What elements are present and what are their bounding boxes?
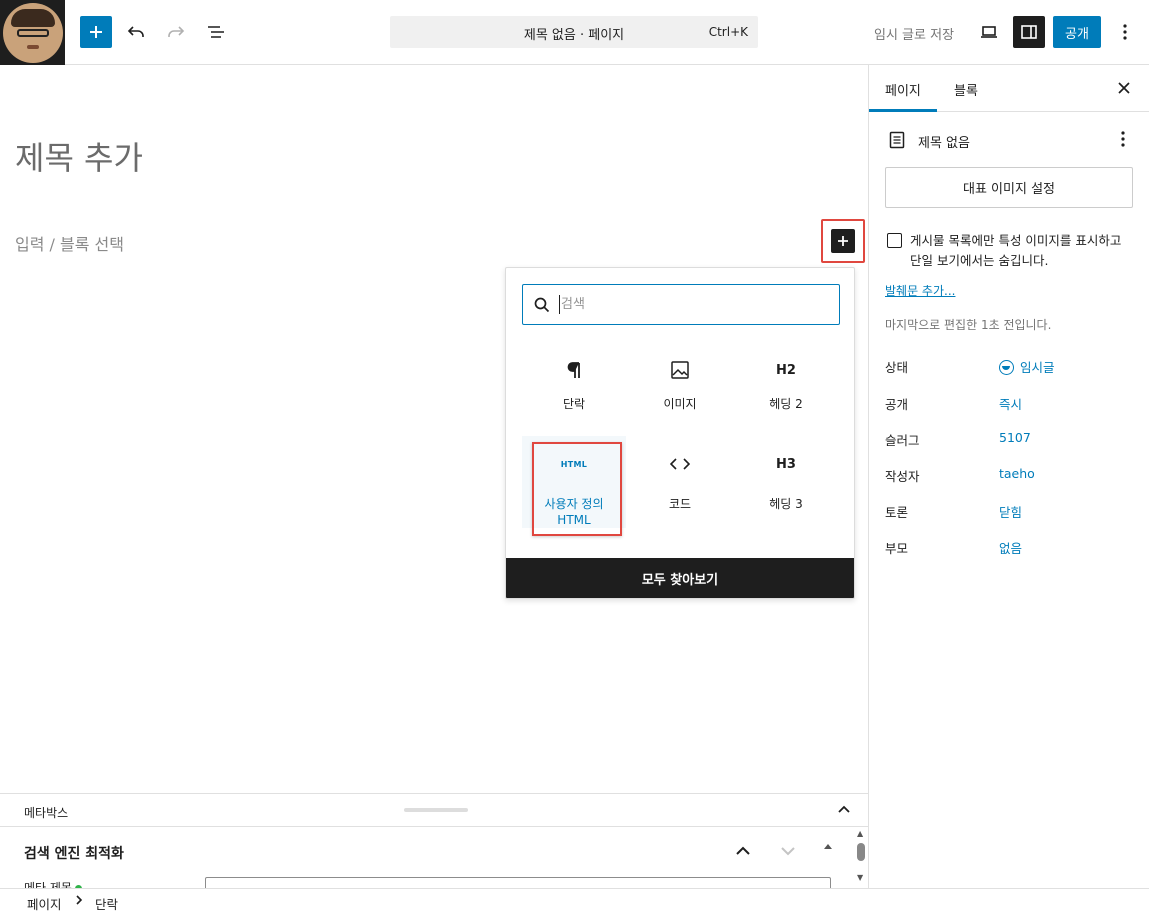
author-label: 작성자 <box>885 469 920 484</box>
block-breadcrumb-bar: 페이지 단락 <box>0 888 1149 913</box>
document-overview-button[interactable] <box>200 16 232 48</box>
chevron-up-icon[interactable] <box>836 802 852 818</box>
slug-value-button[interactable]: 5107 <box>999 430 1031 445</box>
last-edited-text: 마지막으로 편집한 1초 전입니다. <box>885 318 1052 332</box>
paragraph-block-placeholder[interactable]: 입력 / 블록 선택 <box>15 231 124 255</box>
editor-header: 제목 없음 · 페이지 Ctrl+K 임시 글로 저장 공개 <box>0 0 1149 65</box>
tab-block[interactable]: 블록 <box>954 80 978 99</box>
seo-metabox-header: 검색 엔진 최적화 <box>0 827 852 875</box>
block-option-heading-2[interactable]: H2 헤딩 2 <box>734 344 838 436</box>
publish-label: 공개 <box>885 397 909 412</box>
active-tab-indicator <box>869 109 937 112</box>
parent-value-button[interactable]: 없음 <box>999 538 1022 557</box>
plus-icon <box>838 236 848 246</box>
redo-button[interactable] <box>160 16 192 48</box>
block-label: 헤딩 3 <box>769 497 803 511</box>
status-value-button[interactable]: 임시글 <box>999 357 1055 376</box>
page-summary-title: 제목 없음 <box>918 136 970 151</box>
search-icon <box>534 297 550 313</box>
block-label: 단락 <box>562 397 586 411</box>
block-option-code[interactable]: 코드 <box>628 436 732 528</box>
collapse-triangle-icon[interactable] <box>823 841 833 851</box>
status-label: 상태 <box>885 360 909 375</box>
breadcrumb-item-page[interactable]: 페이지 <box>27 894 62 913</box>
html-block-highlight <box>532 442 622 536</box>
plus-icon <box>90 26 102 38</box>
browse-all-button[interactable]: 모두 찾아보기 <box>506 558 854 598</box>
discussion-label: 토론 <box>885 505 909 520</box>
inline-block-inserter-button[interactable] <box>831 229 855 253</box>
set-featured-image-button[interactable]: 대표 이미지 설정 <box>885 167 1133 208</box>
list-view-icon <box>208 26 224 38</box>
command-palette-bar[interactable]: 제목 없음 · 페이지 Ctrl+K <box>390 16 758 48</box>
text-caret <box>559 295 560 314</box>
checkbox-label: 게시물 목록에만 특성 이미지를 표시하고 단일 보기에서는 숨깁니다. <box>910 233 1122 268</box>
scroll-thumb[interactable] <box>857 843 865 861</box>
author-value-button[interactable]: taeho <box>999 466 1035 481</box>
undo-button[interactable] <box>120 16 152 48</box>
block-label: 이미지 <box>663 397 697 411</box>
more-vertical-icon <box>1123 24 1127 40</box>
discussion-value-button[interactable]: 닫힘 <box>999 502 1022 521</box>
sidebar-tabs: 페이지 블록 <box>869 65 1149 112</box>
search-input[interactable] <box>561 285 831 323</box>
code-icon <box>628 452 732 476</box>
resize-handle[interactable] <box>404 808 468 812</box>
scroll-down-icon[interactable]: ▼ <box>857 873 863 882</box>
block-label: 코드 <box>668 497 692 511</box>
slug-label: 슬러그 <box>885 433 920 448</box>
settings-toggle-button[interactable] <box>1013 16 1045 48</box>
post-title-input[interactable]: 제목 추가 <box>15 133 143 179</box>
scroll-up-icon[interactable]: ▲ <box>857 829 863 838</box>
more-vertical-icon[interactable] <box>1113 128 1133 150</box>
undo-icon <box>127 26 144 37</box>
block-inserter-toggle-button[interactable] <box>80 16 112 48</box>
site-avatar-logo[interactable] <box>0 0 65 65</box>
publish-date-button[interactable]: 즉시 <box>999 394 1022 413</box>
block-search-field[interactable] <box>522 284 840 325</box>
publish-button[interactable]: 공개 <box>1053 16 1101 48</box>
save-draft-button[interactable]: 임시 글로 저장 <box>874 24 954 43</box>
featured-image-list-only-checkbox[interactable] <box>887 233 902 248</box>
preview-button[interactable] <box>973 16 1005 48</box>
tab-page[interactable]: 페이지 <box>885 80 921 99</box>
draft-status-icon <box>999 360 1014 375</box>
settings-sidebar: 페이지 블록 제목 없음 대표 이미지 설정 게시물 목록에만 특성 이미지를 … <box>868 65 1149 888</box>
block-option-heading-3[interactable]: H3 헤딩 3 <box>734 436 838 528</box>
add-excerpt-link[interactable]: 발췌문 추가... <box>885 282 955 299</box>
quick-inserter-popover: 단락 이미지 H2 헤딩 2 HTML 사용자 정의 HTML 코드 H3 <box>505 267 855 599</box>
metabox-panel-header[interactable]: 메타박스 <box>0 793 868 827</box>
block-label: 헤딩 2 <box>769 397 803 411</box>
page-icon <box>889 131 905 149</box>
laptop-icon <box>981 26 997 38</box>
block-option-paragraph[interactable]: 단락 <box>522 344 626 436</box>
block-option-image[interactable]: 이미지 <box>628 344 732 436</box>
shortcut-hint: Ctrl+K <box>708 25 748 39</box>
move-up-icon[interactable] <box>733 841 753 861</box>
heading-3-icon: H3 <box>776 456 796 472</box>
editor-canvas: 제목 추가 입력 / 블록 선택 단락 이미지 H2 헤딩 2 <box>0 65 868 793</box>
paragraph-icon <box>522 358 626 382</box>
options-menu-button[interactable] <box>1109 16 1141 48</box>
sidebar-icon <box>1021 25 1037 39</box>
heading-2-icon: H2 <box>776 362 796 378</box>
image-icon <box>628 358 732 382</box>
avatar <box>2 2 63 63</box>
parent-label: 부모 <box>885 541 909 556</box>
close-icon[interactable] <box>1113 77 1135 99</box>
redo-icon <box>168 26 185 37</box>
chevron-right-icon <box>76 895 83 905</box>
document-title: 제목 없음 · 페이지 <box>523 28 625 43</box>
metabox-scrollbar[interactable]: ▲ ▼ <box>854 827 868 887</box>
inline-inserter-highlight <box>821 219 865 263</box>
breadcrumb-item-paragraph[interactable]: 단락 <box>95 894 118 913</box>
metabox-title: 메타박스 <box>24 806 69 820</box>
move-down-icon[interactable] <box>778 841 798 861</box>
seo-metabox-title: 검색 엔진 최적화 <box>24 846 124 862</box>
